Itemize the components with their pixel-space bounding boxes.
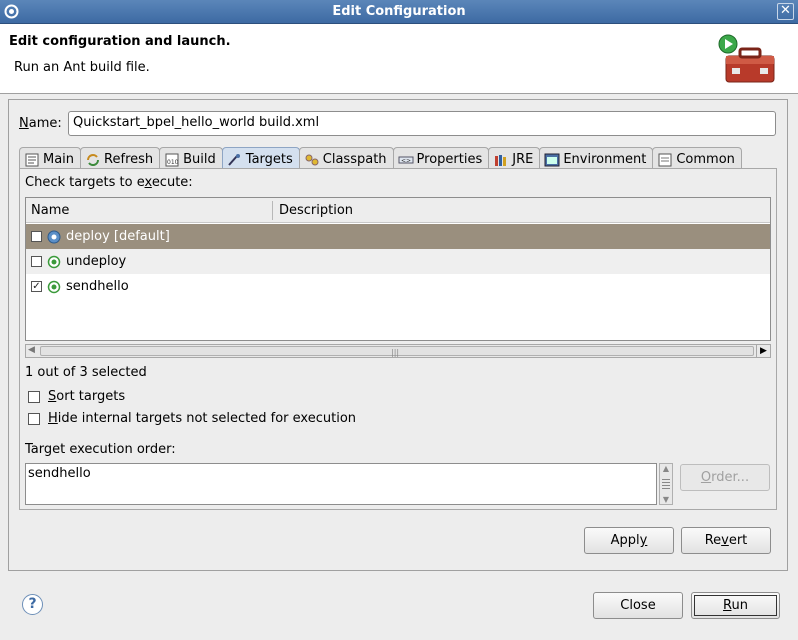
build-icon: 010 bbox=[165, 153, 179, 166]
grip-icon bbox=[662, 479, 670, 489]
tab-common[interactable]: Common bbox=[652, 147, 742, 169]
revert-button[interactable]: Revert bbox=[681, 527, 771, 554]
header-banner: Edit configuration and launch. Run an An… bbox=[0, 24, 798, 94]
hide-internal-targets-label: Hide internal targets not selected for e… bbox=[48, 411, 357, 426]
target-checkbox[interactable] bbox=[31, 256, 42, 267]
common-icon bbox=[658, 153, 672, 166]
tab-jre[interactable]: JRE bbox=[488, 147, 541, 169]
help-icon[interactable]: ? bbox=[22, 594, 43, 615]
table-header: Name Description bbox=[26, 198, 770, 223]
name-field[interactable]: Quickstart_bpel_hello_world build.xml bbox=[68, 111, 776, 136]
grip-icon: ||| bbox=[391, 348, 400, 357]
table-row[interactable]: ✓ sendhello bbox=[26, 274, 770, 299]
horizontal-scrollbar[interactable]: ◀ ||| ▶ bbox=[25, 344, 771, 358]
sort-targets-label: Sort targets bbox=[48, 389, 126, 404]
column-header-description[interactable]: Description bbox=[279, 203, 353, 218]
targets-icon bbox=[228, 153, 240, 166]
sort-targets-checkbox[interactable]: Sort targets bbox=[28, 389, 125, 404]
title-bar: Edit Configuration ✕ bbox=[0, 0, 798, 24]
order-button[interactable]: Order... bbox=[680, 464, 770, 491]
tab-classpath[interactable]: Classpath bbox=[298, 147, 394, 169]
svg-text:010: 010 bbox=[167, 159, 179, 166]
classpath-icon bbox=[305, 154, 319, 165]
default-target-icon bbox=[47, 230, 61, 243]
run-button[interactable]: Run bbox=[691, 592, 780, 619]
svg-text:<>: <> bbox=[401, 157, 411, 164]
hide-internal-targets-checkbox[interactable]: Hide internal targets not selected for e… bbox=[28, 411, 356, 426]
table-row[interactable]: deploy [default] bbox=[26, 224, 770, 249]
tab-properties[interactable]: <> Properties bbox=[392, 147, 490, 169]
target-icon bbox=[47, 280, 61, 293]
execution-order-field[interactable]: sendhello bbox=[25, 463, 657, 505]
tab-bar: Main Refresh 010 Build Targets Classpath… bbox=[19, 147, 742, 169]
banner-heading: Edit configuration and launch. bbox=[9, 34, 231, 49]
tab-refresh[interactable]: Refresh bbox=[80, 147, 161, 169]
target-name: undeploy bbox=[66, 254, 127, 269]
scroll-thumb[interactable]: ||| bbox=[40, 346, 754, 357]
main-tab-icon bbox=[25, 153, 39, 166]
scroll-left-icon[interactable]: ◀ bbox=[28, 345, 35, 355]
target-checkbox-checked[interactable]: ✓ bbox=[31, 281, 42, 292]
name-label: Name: bbox=[19, 116, 62, 131]
close-button[interactable]: Close bbox=[593, 592, 683, 619]
checkbox-box[interactable] bbox=[28, 412, 40, 425]
target-name: deploy [default] bbox=[66, 229, 170, 244]
banner-subtitle: Run an Ant build file. bbox=[14, 60, 150, 75]
check-targets-label: Check targets to execute: bbox=[25, 175, 193, 190]
close-window-icon[interactable]: ✕ bbox=[777, 3, 794, 20]
column-divider[interactable] bbox=[272, 201, 273, 220]
targets-table[interactable]: Name Description deploy [default] undepl… bbox=[25, 197, 771, 341]
tab-environment[interactable]: Environment bbox=[539, 147, 654, 169]
properties-icon: <> bbox=[398, 156, 414, 164]
tab-targets[interactable]: Targets bbox=[221, 147, 300, 169]
scroll-right-icon[interactable]: ▶ bbox=[756, 344, 770, 358]
table-row[interactable]: undeploy bbox=[26, 249, 770, 274]
apply-button[interactable]: Apply bbox=[584, 527, 674, 554]
target-name: sendhello bbox=[66, 279, 129, 294]
column-header-name[interactable]: Name bbox=[31, 203, 69, 218]
selection-summary: 1 out of 3 selected bbox=[25, 365, 147, 380]
jre-icon bbox=[495, 154, 507, 166]
window-title: Edit Configuration bbox=[332, 4, 466, 19]
scroll-down-icon[interactable]: ▼ bbox=[660, 495, 672, 504]
tab-build[interactable]: 010 Build bbox=[159, 147, 223, 169]
vertical-scrollbar[interactable]: ▲ ▼ bbox=[659, 463, 673, 505]
checkbox-box[interactable] bbox=[28, 390, 40, 403]
environment-icon bbox=[544, 153, 560, 166]
target-checkbox[interactable] bbox=[31, 231, 42, 242]
tab-main[interactable]: Main bbox=[19, 147, 82, 169]
refresh-icon bbox=[87, 153, 100, 166]
execution-order-label: Target execution order: bbox=[25, 442, 176, 457]
target-icon bbox=[47, 255, 61, 268]
scroll-up-icon[interactable]: ▲ bbox=[660, 464, 672, 473]
ant-toolbox-icon bbox=[718, 34, 775, 83]
